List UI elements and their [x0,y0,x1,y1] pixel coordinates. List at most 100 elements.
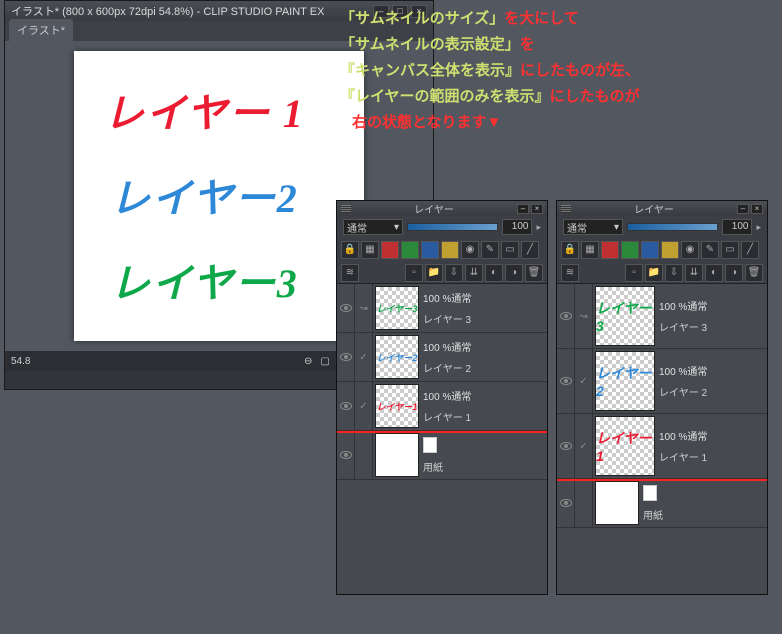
check-icon[interactable]: ✓ [575,414,593,478]
layer-toolbar-1: 🔒 ▦ ◉ ✎ ▭ ╱ [557,238,767,262]
lock-icon[interactable]: 🔒 [341,241,359,259]
zoom-reset-icon[interactable]: ▢ [320,356,329,367]
layer-thumbnail[interactable]: レイヤー2 [375,335,419,379]
lock-alpha-icon[interactable]: ▦ [581,241,599,259]
marker-yellow-icon[interactable] [441,241,459,259]
opacity-value[interactable]: 100 [502,219,532,235]
layer-panel-right: レイヤー – × 通常▾ 100 ▸ 🔒 ▦ ◉ ✎ ▭ ╱ ≋ ▫ 📁 ⇩ ⇊… [556,200,768,595]
merge-icon[interactable]: ⇊ [685,264,703,282]
check-icon[interactable]: ✓ [355,382,373,430]
eye-icon[interactable] [560,312,572,320]
layer-thumbnail[interactable]: レイヤー2 [595,351,655,411]
merge-icon[interactable]: ⇊ [465,264,483,282]
chevron-down-icon: ▾ [614,222,619,233]
panel-min-button[interactable]: – [737,204,749,214]
eye-icon[interactable] [340,304,352,312]
mask-icon[interactable]: ▭ [501,241,519,259]
chevron-down-icon: ▾ [394,222,399,233]
blend-mode-select[interactable]: 通常▾ [343,219,403,235]
eye-icon[interactable] [560,442,572,450]
new-layer-icon[interactable]: ▫ [625,264,643,282]
zoom-out-icon[interactable]: ⊖ [304,356,312,367]
transfer-icon[interactable]: ⇩ [445,264,463,282]
marker-blue-icon[interactable] [421,241,439,259]
paper-badge-icon [643,485,657,501]
blend-row: 通常▾ 100 ▸ [557,216,767,238]
delete-layer-icon[interactable]: 🗑 [525,264,543,282]
lock-icon[interactable]: 🔒 [561,241,579,259]
draft-icon[interactable]: ✎ [481,241,499,259]
mask-icon[interactable]: ▭ [721,241,739,259]
transfer-icon[interactable]: ⇩ [665,264,683,282]
pen-icon[interactable]: ↝ [575,284,593,348]
lock-alpha-icon[interactable]: ▦ [361,241,379,259]
stepper-icon[interactable]: ▸ [756,222,761,233]
layer-row-paper[interactable]: 用紙 [557,479,767,528]
check-icon[interactable]: ✓ [355,333,373,381]
eye-icon[interactable] [340,402,352,410]
panel-title: レイヤー [634,201,674,216]
paper-thumbnail[interactable] [595,481,639,525]
panel-close-button[interactable]: × [531,204,543,214]
layer-row[interactable]: ↝ レイヤー3 100 %通常レイヤー 3 [557,284,767,349]
mask-add-icon[interactable]: ◐ [485,264,503,282]
canvas-text-blue: レイヤー2 [110,166,299,224]
layer-thumbnail[interactable]: レイヤー1 [375,384,419,428]
marker-green-icon[interactable] [621,241,639,259]
eye-icon[interactable] [340,353,352,361]
paper-thumbnail[interactable] [375,433,419,477]
pen-icon[interactable]: ↝ [355,284,373,332]
mask-add-icon[interactable]: ◐ [705,264,723,282]
delete-layer-icon[interactable]: 🗑 [745,264,763,282]
grip-icon[interactable] [341,205,351,213]
draft-icon[interactable]: ✎ [701,241,719,259]
layer-thumbnail[interactable]: レイヤー1 [595,416,655,476]
eye-icon[interactable] [560,377,572,385]
layer-row[interactable]: ↝ レイヤー3 100 %通常レイヤー 3 [337,284,547,333]
panel-header[interactable]: レイヤー – × [337,201,547,216]
canvas[interactable]: レイヤー 1 レイヤー2 レイヤー3 [74,51,364,341]
mask-enable-icon[interactable]: ◑ [725,264,743,282]
layer-stack-icon[interactable]: ≋ [561,264,579,282]
ref-icon[interactable]: ◉ [461,241,479,259]
layer-row[interactable]: ✓ レイヤー2 100 %通常レイヤー 2 [337,333,547,382]
stepper-icon[interactable]: ▸ [536,222,541,233]
grip-icon[interactable] [561,205,571,213]
layer-thumbnail[interactable]: レイヤー3 [375,286,419,330]
new-layer-icon[interactable]: ▫ [405,264,423,282]
document-tab[interactable]: イラスト* [9,19,73,41]
marker-blue-icon[interactable] [641,241,659,259]
marker-yellow-icon[interactable] [661,241,679,259]
layer-row[interactable]: ✓ レイヤー2 100 %通常レイヤー 2 [557,349,767,414]
zoom-value[interactable]: 54.8 [11,356,30,367]
ruler-icon[interactable]: ╱ [521,241,539,259]
panel-header[interactable]: レイヤー – × [557,201,767,216]
layer-stack-icon[interactable]: ≋ [341,264,359,282]
panel-min-button[interactable]: – [517,204,529,214]
eye-icon[interactable] [560,499,572,507]
layer-row-paper[interactable]: 用紙 [337,431,547,480]
blend-mode-select[interactable]: 通常▾ [563,219,623,235]
panel-close-button[interactable]: × [751,204,763,214]
opacity-value[interactable]: 100 [722,219,752,235]
opacity-slider[interactable] [627,223,718,231]
marker-green-icon[interactable] [401,241,419,259]
check-icon[interactable]: ✓ [575,349,593,413]
canvas-text-red: レイヤー 1 [104,81,305,139]
canvas-text-green: レイヤー3 [110,251,299,309]
layer-thumbnail[interactable]: レイヤー3 [595,286,655,346]
new-folder-icon[interactable]: 📁 [425,264,443,282]
layer-row[interactable]: ✓ レイヤー1 100 %通常レイヤー 1 [557,414,767,479]
ref-icon[interactable]: ◉ [681,241,699,259]
opacity-slider[interactable] [407,223,498,231]
mask-enable-icon[interactable]: ◑ [505,264,523,282]
marker-red-icon[interactable] [601,241,619,259]
marker-red-icon[interactable] [381,241,399,259]
new-folder-icon[interactable]: 📁 [645,264,663,282]
layer-row[interactable]: ✓ レイヤー1 100 %通常レイヤー 1 [337,382,547,431]
layer-toolbar-2: ≋ ▫ 📁 ⇩ ⇊ ◐ ◑ 🗑 [557,262,767,284]
window-title: イラスト* (800 x 600px 72dpi 54.8%) - CLIP S… [11,3,324,19]
layer-toolbar-2: ≋ ▫ 📁 ⇩ ⇊ ◐ ◑ 🗑 [337,262,547,284]
eye-icon[interactable] [340,451,352,459]
ruler-icon[interactable]: ╱ [741,241,759,259]
